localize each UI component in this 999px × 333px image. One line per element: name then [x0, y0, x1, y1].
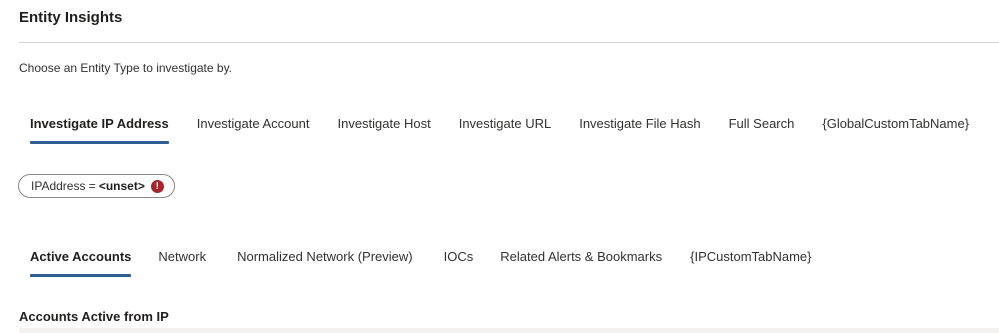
entity-type-tabs: Investigate IP Address Investigate Accou… [19, 116, 986, 144]
tab-investigate-url[interactable]: Investigate URL [448, 116, 563, 144]
page-title: Entity Insights [19, 9, 123, 26]
tab-network[interactable]: Network [147, 249, 217, 277]
ip-address-parameter[interactable]: IPAddress = <unset> ! [18, 174, 175, 198]
instruction-text: Choose an Entity Type to investigate by. [19, 61, 233, 75]
tab-active-accounts[interactable]: Active Accounts [19, 249, 142, 277]
tab-ip-custom[interactable]: {IPCustomTabName} [679, 249, 822, 277]
tab-investigate-ip-address[interactable]: Investigate IP Address [19, 116, 180, 144]
tab-related-alerts-bookmarks[interactable]: Related Alerts & Bookmarks [489, 249, 673, 277]
error-icon: ! [150, 179, 164, 193]
tab-investigate-file-hash[interactable]: Investigate File Hash [568, 116, 711, 144]
parameter-value: <unset> [98, 179, 145, 193]
table-header-strip [19, 328, 999, 333]
section-title: Accounts Active from IP [19, 309, 169, 324]
title-divider [19, 42, 999, 43]
tab-global-custom[interactable]: {GlobalCustomTabName} [811, 116, 980, 144]
parameter-name: IPAddress = [31, 179, 96, 193]
ip-address-tabs: Active Accounts Network Normalized Netwo… [19, 249, 828, 277]
tab-investigate-account[interactable]: Investigate Account [186, 116, 321, 144]
tab-iocs[interactable]: IOCs [433, 249, 485, 277]
tab-full-search[interactable]: Full Search [718, 116, 806, 144]
tab-normalized-network[interactable]: Normalized Network (Preview) [226, 249, 424, 277]
tab-investigate-host[interactable]: Investigate Host [326, 116, 441, 144]
